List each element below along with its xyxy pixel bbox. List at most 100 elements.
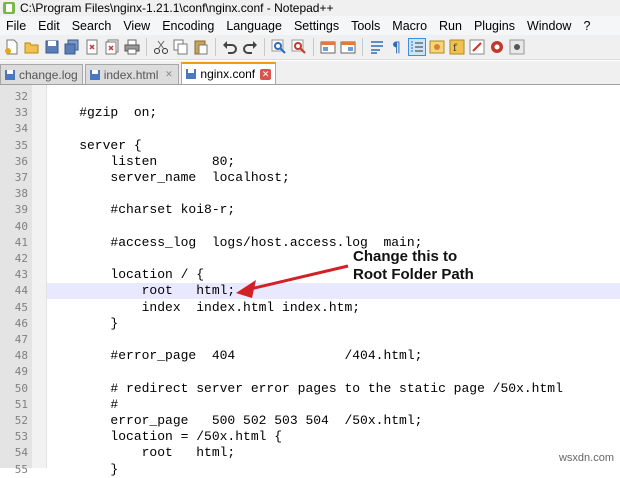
- folder-workspace-icon[interactable]: [469, 39, 485, 55]
- menu-macro[interactable]: Macro: [386, 19, 433, 33]
- cut-icon[interactable]: [153, 39, 169, 55]
- code-line[interactable]: 51 #: [0, 397, 620, 413]
- code-line[interactable]: 54 root html;: [0, 445, 620, 461]
- menu-edit[interactable]: Edit: [32, 19, 66, 33]
- menu-plugins[interactable]: Plugins: [468, 19, 521, 33]
- code-line[interactable]: 33 #gzip on;: [0, 105, 620, 121]
- code-line[interactable]: 34: [0, 121, 620, 137]
- menu-encoding[interactable]: Encoding: [156, 19, 220, 33]
- line-text: index index.html index.htm;: [48, 299, 361, 315]
- watermark: wsxdn.com: [558, 452, 614, 464]
- toolbar-separator: [362, 38, 363, 56]
- line-number: 51: [14, 397, 28, 411]
- annotation-line-1: Change this to: [353, 248, 458, 265]
- code-line[interactable]: 50 # redirect server error pages to the …: [0, 381, 620, 397]
- code-line[interactable]: 38: [0, 186, 620, 202]
- zoom-out-icon[interactable]: [340, 39, 356, 55]
- line-number: 41: [14, 235, 28, 249]
- annotation-line-2: Root Folder Path: [353, 266, 474, 283]
- code-line[interactable]: 46 }: [0, 316, 620, 332]
- code-line[interactable]: 43 location / {: [0, 267, 620, 283]
- menu-search[interactable]: Search: [66, 19, 118, 33]
- code-line[interactable]: 48 #error_page 404 /404.html;: [0, 348, 620, 364]
- menu-view[interactable]: View: [117, 19, 156, 33]
- show-all-chars-icon[interactable]: ¶: [389, 39, 405, 55]
- code-line[interactable]: 37 server_name localhost;: [0, 170, 620, 186]
- code-line[interactable]: 36 listen 80;: [0, 154, 620, 170]
- replace-icon[interactable]: [291, 39, 307, 55]
- print-icon[interactable]: [124, 39, 140, 55]
- code-line[interactable]: 35 server {: [0, 138, 620, 154]
- line-text: server_name localhost;: [48, 170, 290, 185]
- line-text: #gzip on;: [48, 105, 158, 121]
- close-tab-icon[interactable]: ✕: [163, 69, 174, 80]
- line-number: 48: [14, 349, 28, 363]
- paste-icon[interactable]: [193, 39, 209, 55]
- function-list-icon[interactable]: f: [449, 39, 465, 55]
- close-icon[interactable]: [84, 39, 100, 55]
- line-text: # redirect server error pages to the sta…: [48, 380, 563, 396]
- tab-label: index.html: [103, 67, 159, 82]
- code-line[interactable]: 47: [0, 332, 620, 348]
- menu-help[interactable]: ?: [577, 19, 596, 33]
- code-editor[interactable]: 32 33 #gzip on; 34 35 server {36 listen 80;…: [0, 85, 620, 477]
- code-line[interactable]: 52 error_page 500 502 503 504 /50x.html;: [0, 413, 620, 429]
- toolbar-separator: [146, 38, 147, 56]
- line-number: 42: [14, 252, 28, 265]
- line-number: 53: [14, 430, 28, 444]
- code-line[interactable]: 49: [0, 364, 620, 380]
- copy-icon[interactable]: [173, 39, 189, 55]
- line-number: 34: [14, 122, 28, 136]
- file-icon: [186, 69, 197, 79]
- indent-guide-icon[interactable]: [408, 38, 426, 56]
- line-text: }: [48, 461, 119, 477]
- word-wrap-icon[interactable]: [369, 39, 385, 55]
- code-line[interactable]: 44 root html;: [0, 283, 620, 300]
- close-tab-icon[interactable]: ✕: [260, 68, 272, 80]
- save-all-icon[interactable]: [64, 39, 80, 55]
- line-text: #error_page 404 /404.html;: [48, 348, 423, 364]
- record-macro-icon[interactable]: [509, 39, 525, 55]
- open-file-icon[interactable]: [24, 39, 40, 55]
- title-bar: C:\Program Files\nginx-1.21.1\conf\nginx…: [0, 0, 620, 16]
- line-number: 38: [14, 187, 28, 201]
- menu-tools[interactable]: Tools: [345, 19, 386, 33]
- code-line[interactable]: 39 #charset koi8-r;: [0, 202, 620, 218]
- code-line[interactable]: 45 index index.html index.htm;: [0, 300, 620, 316]
- line-number: 49: [14, 365, 28, 379]
- code-line[interactable]: 53 location = /50x.html {: [0, 429, 620, 445]
- zoom-in-icon[interactable]: [320, 39, 336, 55]
- toolbar: ¶ f: [0, 35, 620, 60]
- tab-label: nginx.conf: [200, 67, 256, 81]
- undo-icon[interactable]: [222, 39, 238, 55]
- menu-file[interactable]: File: [0, 19, 32, 33]
- find-icon[interactable]: [271, 39, 287, 55]
- redo-icon[interactable]: [242, 39, 258, 55]
- line-number: 54: [14, 446, 28, 460]
- tab-index-html[interactable]: index.html ✕: [84, 64, 180, 84]
- tab-nginx-conf[interactable]: nginx.conf ✕: [181, 62, 277, 84]
- line-text: }: [48, 315, 119, 331]
- line-number: 44: [14, 284, 28, 298]
- menu-settings[interactable]: Settings: [288, 19, 345, 33]
- code-line[interactable]: 40: [0, 219, 620, 235]
- doc-map-icon[interactable]: [489, 39, 505, 55]
- close-all-icon[interactable]: [104, 39, 120, 55]
- code-line[interactable]: 32: [0, 89, 620, 105]
- toolbar-separator: [313, 38, 314, 56]
- tab-bar: change.log index.html ✕ nginx.conf ✕: [0, 61, 620, 85]
- new-file-icon[interactable]: [4, 39, 20, 55]
- code-line[interactable]: 55 }: [0, 462, 620, 478]
- menu-run[interactable]: Run: [433, 19, 468, 33]
- user-lang-icon[interactable]: [429, 39, 445, 55]
- save-icon[interactable]: [44, 39, 60, 55]
- line-text: listen 80;: [48, 153, 236, 169]
- line-number: 43: [14, 268, 28, 282]
- code-line[interactable]: 42: [0, 251, 620, 267]
- window-title: C:\Program Files\nginx-1.21.1\conf\nginx…: [20, 1, 334, 15]
- line-text: location / {: [48, 267, 205, 283]
- code-line[interactable]: 41 #access_log logs/host.access.log main…: [0, 235, 620, 251]
- menu-language[interactable]: Language: [220, 19, 288, 33]
- menu-window[interactable]: Window: [521, 19, 577, 33]
- tab-change-log[interactable]: change.log: [0, 64, 83, 84]
